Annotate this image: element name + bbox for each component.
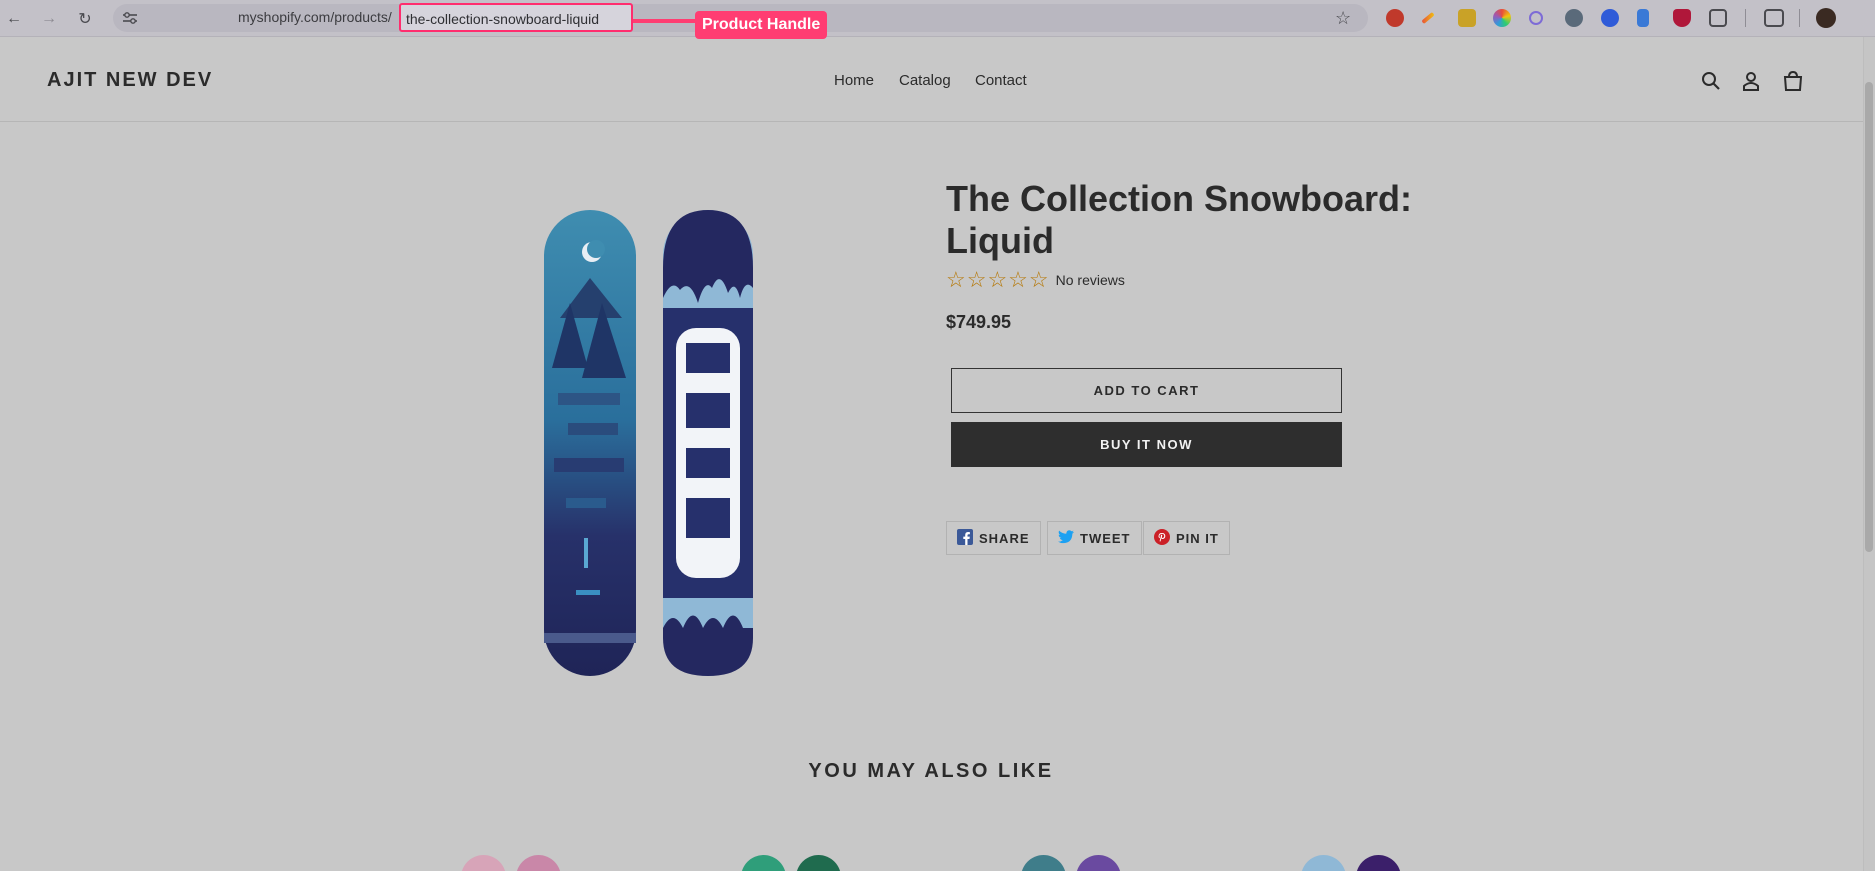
add-to-cart-button[interactable]: ADD TO CART — [951, 368, 1342, 413]
product-price: $749.95 — [946, 312, 1012, 332]
nav-contact[interactable]: Contact — [975, 72, 1027, 89]
related-product-thumbnail[interactable] — [461, 855, 506, 871]
annotation-label: Product Handle — [695, 11, 828, 39]
extension-blue-circle-icon[interactable] — [1601, 9, 1619, 27]
search-icon[interactable] — [1699, 69, 1723, 93]
related-product-thumbnail[interactable] — [796, 855, 841, 871]
related-product-thumbnail[interactable] — [1301, 855, 1346, 871]
buy-it-now-button[interactable]: BUY IT NOW — [951, 422, 1342, 467]
tab-search-icon[interactable] — [1764, 9, 1784, 27]
bookmark-star-icon[interactable]: ☆ — [1335, 8, 1351, 29]
reload-icon[interactable]: ↻ — [73, 7, 97, 31]
share-twitter-button[interactable]: TWEET — [1047, 521, 1142, 555]
url-prefix[interactable]: myshopify.com/products/ — [238, 9, 392, 25]
url-handle-highlight[interactable]: the-collection-snowboard-liquid — [399, 3, 633, 32]
related-product-thumbnail[interactable] — [516, 855, 561, 871]
site-settings-icon[interactable] — [120, 8, 140, 28]
extension-pen-icon[interactable] — [1421, 11, 1435, 25]
annotation-connector — [633, 19, 695, 23]
cart-icon[interactable] — [1781, 69, 1805, 93]
forward-icon[interactable]: → — [37, 7, 61, 31]
twitter-icon — [1058, 529, 1074, 547]
page-scrollbar[interactable] — [1863, 37, 1875, 871]
url-handle-text[interactable]: the-collection-snowboard-liquid — [406, 11, 599, 27]
profile-avatar[interactable] — [1816, 8, 1836, 28]
share-label: SHARE — [979, 530, 1030, 546]
facebook-icon — [957, 528, 973, 548]
reviews-count: No reviews — [1055, 272, 1125, 288]
product-rating[interactable]: ☆☆☆☆☆ No reviews — [946, 267, 1125, 293]
extension-nb-icon[interactable] — [1458, 9, 1476, 27]
related-products-heading: YOU MAY ALSO LIKE — [808, 760, 1054, 782]
toolbar-divider — [1799, 9, 1800, 27]
tweet-label: TWEET — [1080, 530, 1131, 546]
browser-toolbar: ← → ↻ myshopify.com/products/ the-collec… — [0, 0, 1875, 39]
toolbar-divider — [1745, 9, 1746, 27]
store-header: AJIT NEW DEV Home Catalog Contact — [0, 37, 1875, 122]
nav-home[interactable]: Home — [834, 72, 874, 89]
related-product-thumbnail[interactable] — [741, 855, 786, 871]
rating-stars-icon: ☆☆☆☆☆ — [946, 267, 1050, 292]
account-icon[interactable] — [1739, 69, 1763, 93]
related-product-thumbnail[interactable] — [1356, 855, 1401, 871]
extensions-puzzle-icon[interactable] — [1709, 9, 1727, 27]
related-product-thumbnail[interactable] — [1021, 855, 1066, 871]
extension-color-icon[interactable] — [1493, 9, 1511, 27]
extension-shield-icon[interactable] — [1673, 9, 1691, 27]
scrollbar-thumb[interactable] — [1865, 82, 1873, 552]
pin-it-label: PIN IT — [1176, 530, 1219, 546]
extension-broadcast-icon[interactable] — [1529, 11, 1543, 25]
product-image[interactable] — [540, 208, 755, 678]
extension-s-icon[interactable] — [1386, 9, 1404, 27]
product-title: The Collection Snowboard: Liquid — [946, 178, 1412, 261]
share-pinterest-button[interactable]: PIN IT — [1143, 521, 1230, 555]
pinterest-icon — [1154, 528, 1170, 548]
share-facebook-button[interactable]: SHARE — [946, 521, 1041, 555]
store-logo[interactable]: AJIT NEW DEV — [47, 69, 213, 92]
related-product-thumbnail[interactable] — [1076, 855, 1121, 871]
nav-catalog[interactable]: Catalog — [899, 72, 951, 89]
back-icon[interactable]: ← — [2, 7, 26, 31]
extension-globe-icon[interactable] — [1565, 9, 1583, 27]
extension-doc-icon[interactable] — [1637, 9, 1649, 27]
